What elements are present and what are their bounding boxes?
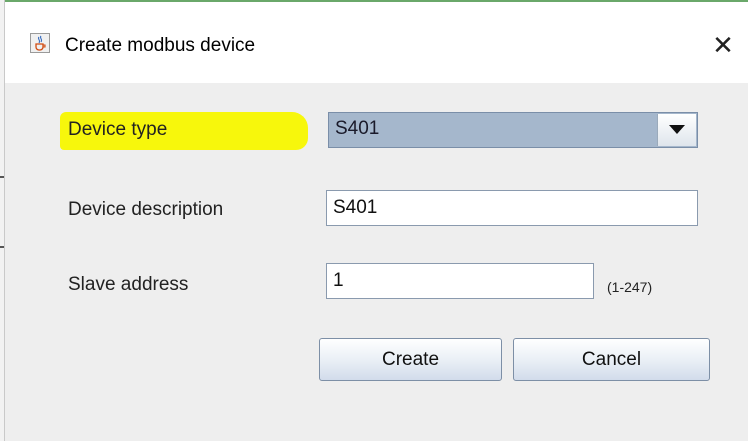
cancel-button[interactable]: Cancel [513,338,710,381]
slave-address-value: 1 [333,270,344,291]
slave-address-label: Slave address [68,274,189,295]
frame-tick-mark [0,246,4,248]
chevron-down-icon [669,125,685,134]
slave-address-field[interactable]: 1 [326,263,594,299]
frame-tick-mark [0,176,4,178]
dropdown-button[interactable] [657,114,696,146]
slave-address-range-hint: (1-247) [607,279,653,295]
window-frame-top [0,0,748,2]
device-type-value: S401 [335,118,380,139]
device-description-label: Device description [68,199,224,220]
device-description-value: S401 [333,197,378,218]
device-type-label: Device type [68,119,168,140]
java-cup-icon [30,33,50,53]
device-description-field[interactable]: S401 [326,190,698,226]
device-type-combobox[interactable]: S401 [328,112,698,148]
dialog-title: Create modbus device [65,35,256,56]
close-button[interactable]: ✕ [706,30,740,60]
create-button[interactable]: Create [319,338,502,381]
